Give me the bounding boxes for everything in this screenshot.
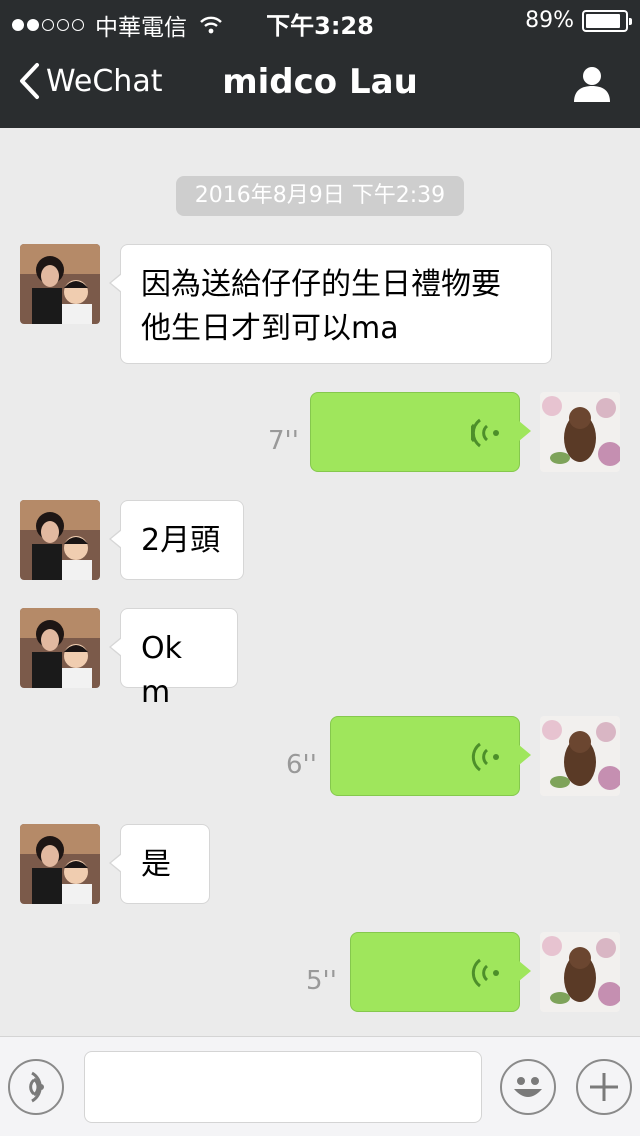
contact-avatar[interactable] xyxy=(20,500,100,580)
my-photo xyxy=(540,932,620,1012)
contact-avatar[interactable] xyxy=(20,824,100,904)
smiley-icon xyxy=(514,1077,542,1097)
message-line: 是 xyxy=(141,847,171,882)
my-photo xyxy=(540,392,620,472)
contact-photo xyxy=(20,824,100,904)
incoming-message[interactable]: Ok m xyxy=(109,608,238,710)
navigation-bar: WeChat midco Lau xyxy=(0,40,640,128)
incoming-message[interactable]: 是 xyxy=(109,824,210,904)
voice-message[interactable] xyxy=(310,392,531,472)
input-bar xyxy=(0,1036,640,1136)
message-line: 他生日才到可以ma xyxy=(141,311,399,346)
message-timestamp: 2016年8月9日 下午2:39 xyxy=(176,176,464,216)
voice-wave-icon xyxy=(471,418,499,448)
status-bar: 中華電信 下午3:28 89% xyxy=(0,0,640,41)
top-bar: 中華電信 下午3:28 89% WeChat midco Lau xyxy=(0,0,640,128)
voice-duration: 7'' xyxy=(268,426,299,456)
my-avatar[interactable] xyxy=(540,716,620,796)
voice-message[interactable] xyxy=(330,716,531,796)
voice-mode-icon xyxy=(29,1071,44,1103)
contact-photo xyxy=(20,608,100,688)
message-list[interactable]: 2016年8月9日 下午2:39 因為送給仔仔的生日禮物要 他生日才到可以ma … xyxy=(0,128,640,1036)
battery-icon xyxy=(582,9,632,32)
voice-mode-button[interactable] xyxy=(8,1059,64,1115)
contact-photo xyxy=(20,244,100,324)
my-avatar[interactable] xyxy=(540,932,620,1012)
message-line: Ok m xyxy=(141,631,182,710)
voice-wave-icon xyxy=(471,958,499,988)
voice-duration: 6'' xyxy=(286,750,317,780)
more-button[interactable] xyxy=(576,1059,632,1115)
contact-avatar[interactable] xyxy=(20,244,100,324)
battery-percent: 89% xyxy=(525,8,574,33)
contact-avatar[interactable] xyxy=(20,608,100,688)
incoming-message[interactable]: 因為送給仔仔的生日禮物要 他生日才到可以ma xyxy=(109,244,552,364)
battery-fill xyxy=(586,13,620,28)
battery-indicator: 89% xyxy=(525,8,632,33)
voice-duration: 5'' xyxy=(306,966,337,996)
contact-photo xyxy=(20,500,100,580)
person-icon[interactable] xyxy=(572,64,612,104)
message-input[interactable] xyxy=(84,1051,482,1123)
message-line: 2月頭 xyxy=(141,523,221,558)
chat-title: midco Lau xyxy=(222,62,418,102)
my-avatar[interactable] xyxy=(540,392,620,472)
emoji-button[interactable] xyxy=(500,1059,556,1115)
incoming-message[interactable]: 2月頭 xyxy=(109,500,244,580)
my-photo xyxy=(540,716,620,796)
voice-wave-icon xyxy=(471,742,499,772)
message-line: 因為送給仔仔的生日禮物要 xyxy=(141,267,501,302)
plus-icon xyxy=(590,1073,618,1101)
voice-message[interactable] xyxy=(350,932,531,1012)
